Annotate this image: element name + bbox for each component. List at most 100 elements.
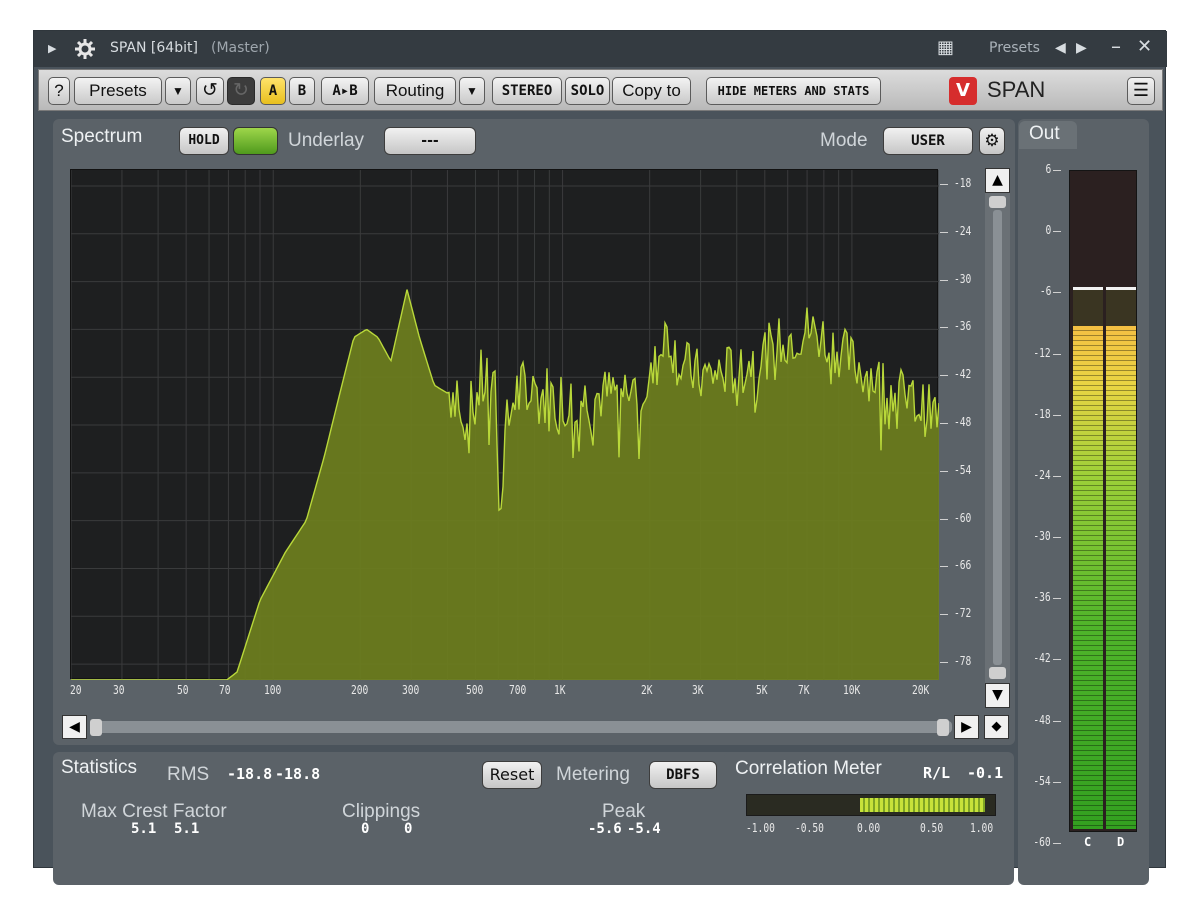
- db-tick: [940, 614, 948, 616]
- peak-label: Peak: [602, 801, 646, 822]
- vertical-scroll-handle-top[interactable]: [989, 196, 1006, 208]
- db-tick: [940, 662, 948, 664]
- out-scale-tick: [1053, 843, 1061, 844]
- out-scale-tick: [1053, 537, 1061, 539]
- crest-right: 5.1: [174, 821, 200, 837]
- clippings-left: 0: [361, 821, 370, 837]
- hide-meters-button[interactable]: HIDE METERS AND STATS: [706, 77, 881, 105]
- db-tick-label: -60: [954, 510, 972, 525]
- out-meters: [1069, 170, 1137, 832]
- redo-icon[interactable]: ↻: [227, 77, 255, 105]
- db-tick: [940, 279, 948, 281]
- plugin-gear-icon[interactable]: [74, 38, 96, 60]
- rms-left: -18.8: [227, 765, 273, 783]
- out-scale-tick: [1053, 475, 1061, 477]
- freq-tick-label: 1K: [553, 683, 566, 697]
- mode-select[interactable]: USER: [883, 127, 973, 155]
- db-tick-label: -30: [954, 271, 972, 286]
- db-tick-label: -66: [954, 558, 972, 573]
- spectrum-tab[interactable]: Spectrum: [61, 126, 142, 148]
- correlation-tab[interactable]: Correlation Meter: [735, 758, 882, 780]
- out-meter-bar-left: [1073, 326, 1103, 829]
- out-scale-label: -6: [1039, 284, 1051, 299]
- ab-copy-button[interactable]: A▸B: [321, 77, 369, 105]
- freq-tick-label: 20: [70, 683, 82, 697]
- solo-button[interactable]: SOLO: [565, 77, 610, 105]
- frequency-scale: 20 30 50 70 100 200 300 500 700 1K 2K 3K 5K 7K 10K 20K: [70, 683, 938, 703]
- undo-icon[interactable]: ↺: [196, 77, 224, 105]
- vertical-scroll-handle-bottom[interactable]: [989, 667, 1006, 679]
- db-tick: [940, 375, 948, 377]
- db-tick: [940, 518, 948, 520]
- collapse-arrow-icon[interactable]: ▶: [48, 42, 56, 55]
- hold-indicator-toggle[interactable]: [233, 127, 278, 155]
- freq-tick-label: 30: [112, 683, 125, 697]
- grid-icon[interactable]: ▦: [937, 37, 954, 58]
- db-tick-label: -72: [954, 606, 972, 621]
- freq-tick-label: 500: [466, 683, 484, 697]
- db-tick: [940, 231, 948, 233]
- freq-tick-label: 10K: [842, 683, 861, 697]
- peak-right: -5.4: [627, 821, 661, 837]
- presets-dropdown-icon[interactable]: ▼: [165, 77, 191, 105]
- correlation-scale: -1.00 -0.50 0.00 0.50 1.00: [746, 821, 996, 839]
- plugin-window: ▶ SPAN [64bit] (Master) ▦ Presets ◀ ▶ – …: [33, 30, 1167, 885]
- out-meter-bar-right: [1106, 326, 1136, 829]
- copy-to-button[interactable]: Copy to: [612, 77, 691, 105]
- ab-a-button[interactable]: A: [260, 77, 286, 105]
- routing-dropdown-icon[interactable]: ▼: [459, 77, 485, 105]
- db-tick-label: -36: [954, 319, 972, 334]
- stereo-button[interactable]: STEREO: [492, 77, 562, 105]
- metering-select[interactable]: DBFS: [649, 761, 717, 789]
- routing-button[interactable]: Routing: [374, 77, 456, 105]
- freq-tick-label: 7K: [798, 683, 810, 697]
- voxengo-logo-icon: V: [949, 77, 977, 105]
- prev-preset-icon[interactable]: ◀: [1055, 40, 1066, 56]
- out-channel-right: D: [1117, 835, 1125, 849]
- reset-button[interactable]: Reset: [482, 761, 542, 789]
- close-icon[interactable]: ✕: [1137, 36, 1152, 57]
- out-scale-label: -54: [1033, 773, 1051, 788]
- scroll-left-icon[interactable]: ◀: [62, 715, 87, 739]
- minimize-icon[interactable]: –: [1111, 34, 1121, 58]
- logo-text: SPAN: [987, 77, 1046, 102]
- freq-tick-label: 700: [508, 683, 527, 697]
- scroll-up-icon[interactable]: ▲: [985, 168, 1010, 193]
- horizontal-scroll-handle-left[interactable]: [90, 719, 102, 736]
- plugin-target: (Master): [211, 40, 270, 56]
- hold-button[interactable]: HOLD: [179, 127, 229, 155]
- scroll-down-icon[interactable]: ▼: [985, 683, 1010, 708]
- out-label: Out: [1029, 123, 1060, 144]
- scroll-right-icon[interactable]: ▶: [954, 715, 979, 739]
- out-scale-tick: [1053, 781, 1061, 783]
- horizontal-scroll-track[interactable]: [92, 721, 952, 733]
- next-preset-icon[interactable]: ▶: [1076, 40, 1087, 56]
- db-tick-label: -48: [954, 415, 972, 429]
- freq-tick-label: 200: [351, 683, 369, 697]
- rms-label: RMS: [167, 764, 210, 785]
- presets-button[interactable]: Presets: [74, 77, 162, 105]
- correlation-mode[interactable]: R/L: [923, 764, 950, 782]
- help-button[interactable]: ?: [48, 77, 70, 105]
- freq-tick-label: 300: [402, 683, 420, 697]
- titlebar-presets-label[interactable]: Presets: [989, 40, 1040, 56]
- spectrum-plot: [70, 170, 940, 681]
- horizontal-scroll-handle-right[interactable]: [937, 719, 949, 736]
- horizontal-scrollbar[interactable]: ◀ ▶ ◆: [62, 715, 1009, 739]
- title-bar: ▶ SPAN [64bit] (Master) ▦ Presets ◀ ▶ – …: [34, 31, 1167, 67]
- spectrum-graph[interactable]: [70, 169, 940, 681]
- statistics-tab[interactable]: Statistics: [61, 757, 137, 779]
- out-tab[interactable]: Out: [1019, 121, 1077, 149]
- freq-tick-label: 70: [219, 683, 231, 697]
- out-scale-label: 6: [1045, 162, 1051, 176]
- underlay-label: Underlay: [288, 130, 365, 151]
- out-scale-label: -36: [1033, 590, 1051, 605]
- reset-zoom-icon[interactable]: ◆: [984, 715, 1009, 739]
- main-menu-icon[interactable]: ☰: [1127, 77, 1155, 105]
- db-tick: [940, 566, 948, 568]
- underlay-select[interactable]: ---: [384, 127, 476, 155]
- ab-b-button[interactable]: B: [289, 77, 315, 105]
- vertical-scrollbar[interactable]: ▲ ▼: [985, 168, 1010, 708]
- spectrum-settings-gear-icon[interactable]: ⚙: [979, 127, 1005, 155]
- vertical-scroll-track[interactable]: [993, 210, 1002, 665]
